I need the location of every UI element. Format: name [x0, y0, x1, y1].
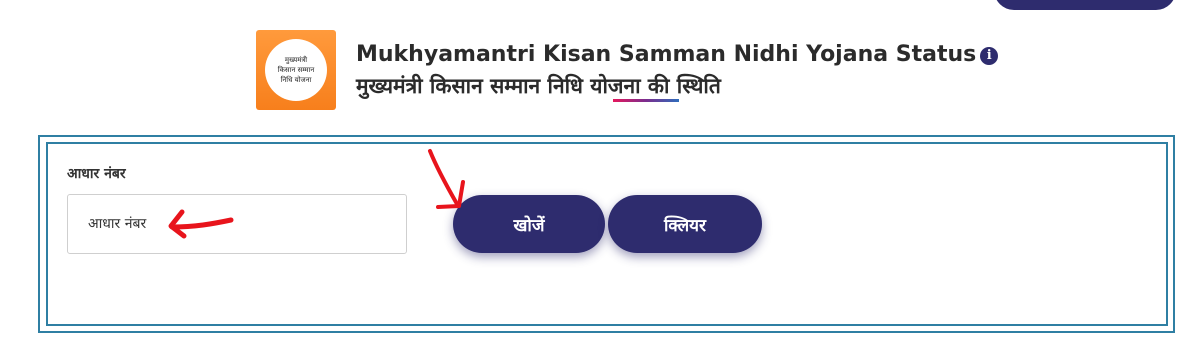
page-title-hindi: मुख्यमंत्री किसान सम्मान निधि योजना की स… [356, 74, 721, 98]
page-title-english-text: Mukhyamantri Kisan Samman Nidhi Yojana S… [356, 42, 977, 67]
top-nav-button[interactable] [994, 0, 1176, 10]
aadhaar-number-input[interactable] [67, 194, 407, 254]
info-icon[interactable]: i [980, 47, 999, 65]
clear-button[interactable]: क्लियर [608, 195, 762, 253]
logo-badge: मुख्यमंत्री किसान सम्मान निधि योजना [265, 39, 327, 101]
scheme-logo: मुख्यमंत्री किसान सम्मान निधि योजना [256, 30, 336, 110]
logo-text: मुख्यमंत्री किसान सम्मान निधि योजना [277, 56, 315, 84]
aadhaar-field-label: आधार नंबर [67, 166, 126, 182]
page-title-english: Mukhyamantri Kisan Samman Nidhi Yojana S… [356, 42, 999, 67]
search-button[interactable]: खोजें [453, 195, 605, 253]
title-accent-underline [613, 99, 679, 102]
